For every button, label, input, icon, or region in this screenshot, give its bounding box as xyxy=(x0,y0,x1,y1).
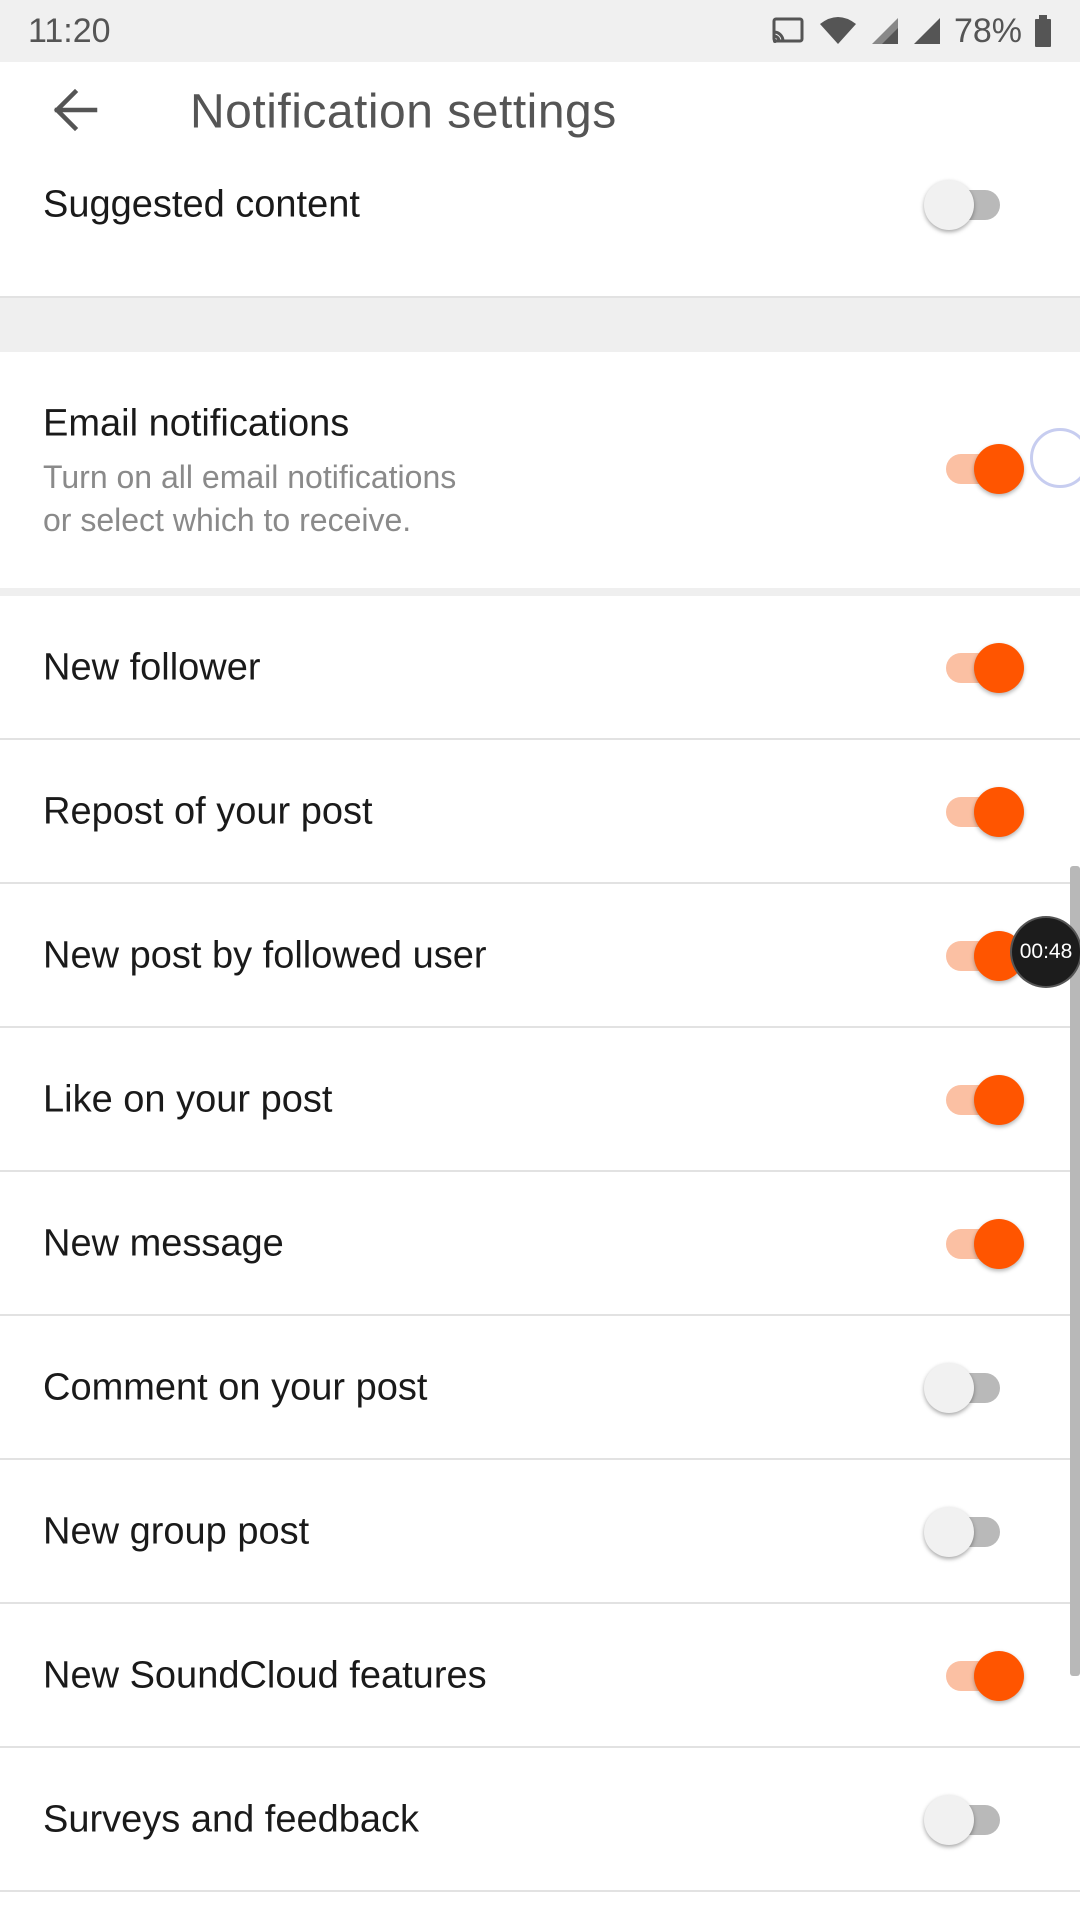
app-bar: Notification settings xyxy=(0,62,1080,158)
toggle-thumb xyxy=(974,1651,1024,1701)
section-separator xyxy=(0,588,1080,596)
setting-row-suggested-content[interactable]: Suggested content xyxy=(0,158,1080,298)
setting-row[interactable]: Surveys and feedback xyxy=(0,1748,1080,1890)
arrow-left-icon xyxy=(53,88,98,132)
cast-icon xyxy=(772,17,804,43)
setting-row[interactable]: New SoundCloud features xyxy=(0,1604,1080,1746)
toggle-switch[interactable] xyxy=(924,175,1016,235)
wifi-icon xyxy=(819,17,856,44)
status-bar: 11:20 78% xyxy=(0,0,1080,62)
toggle-switch[interactable] xyxy=(924,1790,1016,1850)
recording-timer-badge[interactable]: 00:48 xyxy=(1012,918,1080,986)
toggle-switch[interactable] xyxy=(936,439,1026,499)
row-divider xyxy=(0,1890,1080,1892)
toggle-thumb xyxy=(924,1795,974,1845)
signal-icon xyxy=(871,18,898,44)
setting-label: Repost of your post xyxy=(43,790,373,833)
toggle-switch[interactable] xyxy=(936,782,1026,842)
toggle-thumb xyxy=(974,1075,1024,1125)
setting-row[interactable]: New message xyxy=(0,1172,1080,1314)
battery-percent: 78% xyxy=(953,11,1022,50)
status-icons: 78% xyxy=(770,12,1052,51)
row-divider xyxy=(0,296,1080,298)
page-title: Notification settings xyxy=(190,85,617,139)
setting-label: New SoundCloud features xyxy=(43,1654,487,1697)
setting-subtitle-line1: Turn on all email notifications xyxy=(43,459,457,495)
setting-row[interactable]: New post by followed user xyxy=(0,884,1080,1026)
status-time: 11:20 xyxy=(28,11,111,50)
setting-label: New follower xyxy=(43,646,261,689)
setting-row[interactable]: New group post xyxy=(0,1460,1080,1602)
toggle-thumb xyxy=(924,1363,974,1413)
section-separator xyxy=(0,298,1080,352)
setting-label: Like on your post xyxy=(43,1078,333,1121)
toggle-switch[interactable] xyxy=(936,1214,1026,1274)
setting-row[interactable]: New follower xyxy=(0,596,1080,738)
setting-subtitle-line2: or select which to receive. xyxy=(43,502,412,538)
setting-label: Comment on your post xyxy=(43,1366,428,1409)
toggle-switch[interactable] xyxy=(924,1358,1016,1418)
setting-label: New message xyxy=(43,1222,284,1265)
toggle-thumb xyxy=(924,180,974,230)
setting-label: New post by followed user xyxy=(43,934,487,977)
toggle-switch[interactable] xyxy=(924,1502,1016,1562)
setting-row[interactable]: Repost of your post xyxy=(0,740,1080,882)
toggle-thumb xyxy=(924,1507,974,1557)
toggle-thumb xyxy=(974,444,1024,494)
signal-icon xyxy=(913,18,940,44)
setting-label: Email notifications xyxy=(43,402,350,445)
setting-row[interactable]: Comment on your post xyxy=(0,1316,1080,1458)
toggle-switch[interactable] xyxy=(936,1646,1026,1706)
toggle-thumb xyxy=(974,787,1024,837)
toggle-switch[interactable] xyxy=(936,638,1026,698)
toggle-thumb xyxy=(974,643,1024,693)
setting-row[interactable]: Like on your post xyxy=(0,1028,1080,1170)
battery-icon xyxy=(1035,15,1051,47)
toggle-switch[interactable] xyxy=(936,1070,1026,1130)
scrollbar[interactable] xyxy=(1070,866,1080,1676)
setting-row-email-notifications[interactable]: Email notifications Turn on all email no… xyxy=(0,352,1080,588)
setting-label: Surveys and feedback xyxy=(43,1798,420,1841)
back-button[interactable] xyxy=(40,82,110,138)
setting-label: New group post xyxy=(43,1510,310,1553)
setting-label: Suggested content xyxy=(43,183,360,226)
toggle-thumb xyxy=(974,1219,1024,1269)
